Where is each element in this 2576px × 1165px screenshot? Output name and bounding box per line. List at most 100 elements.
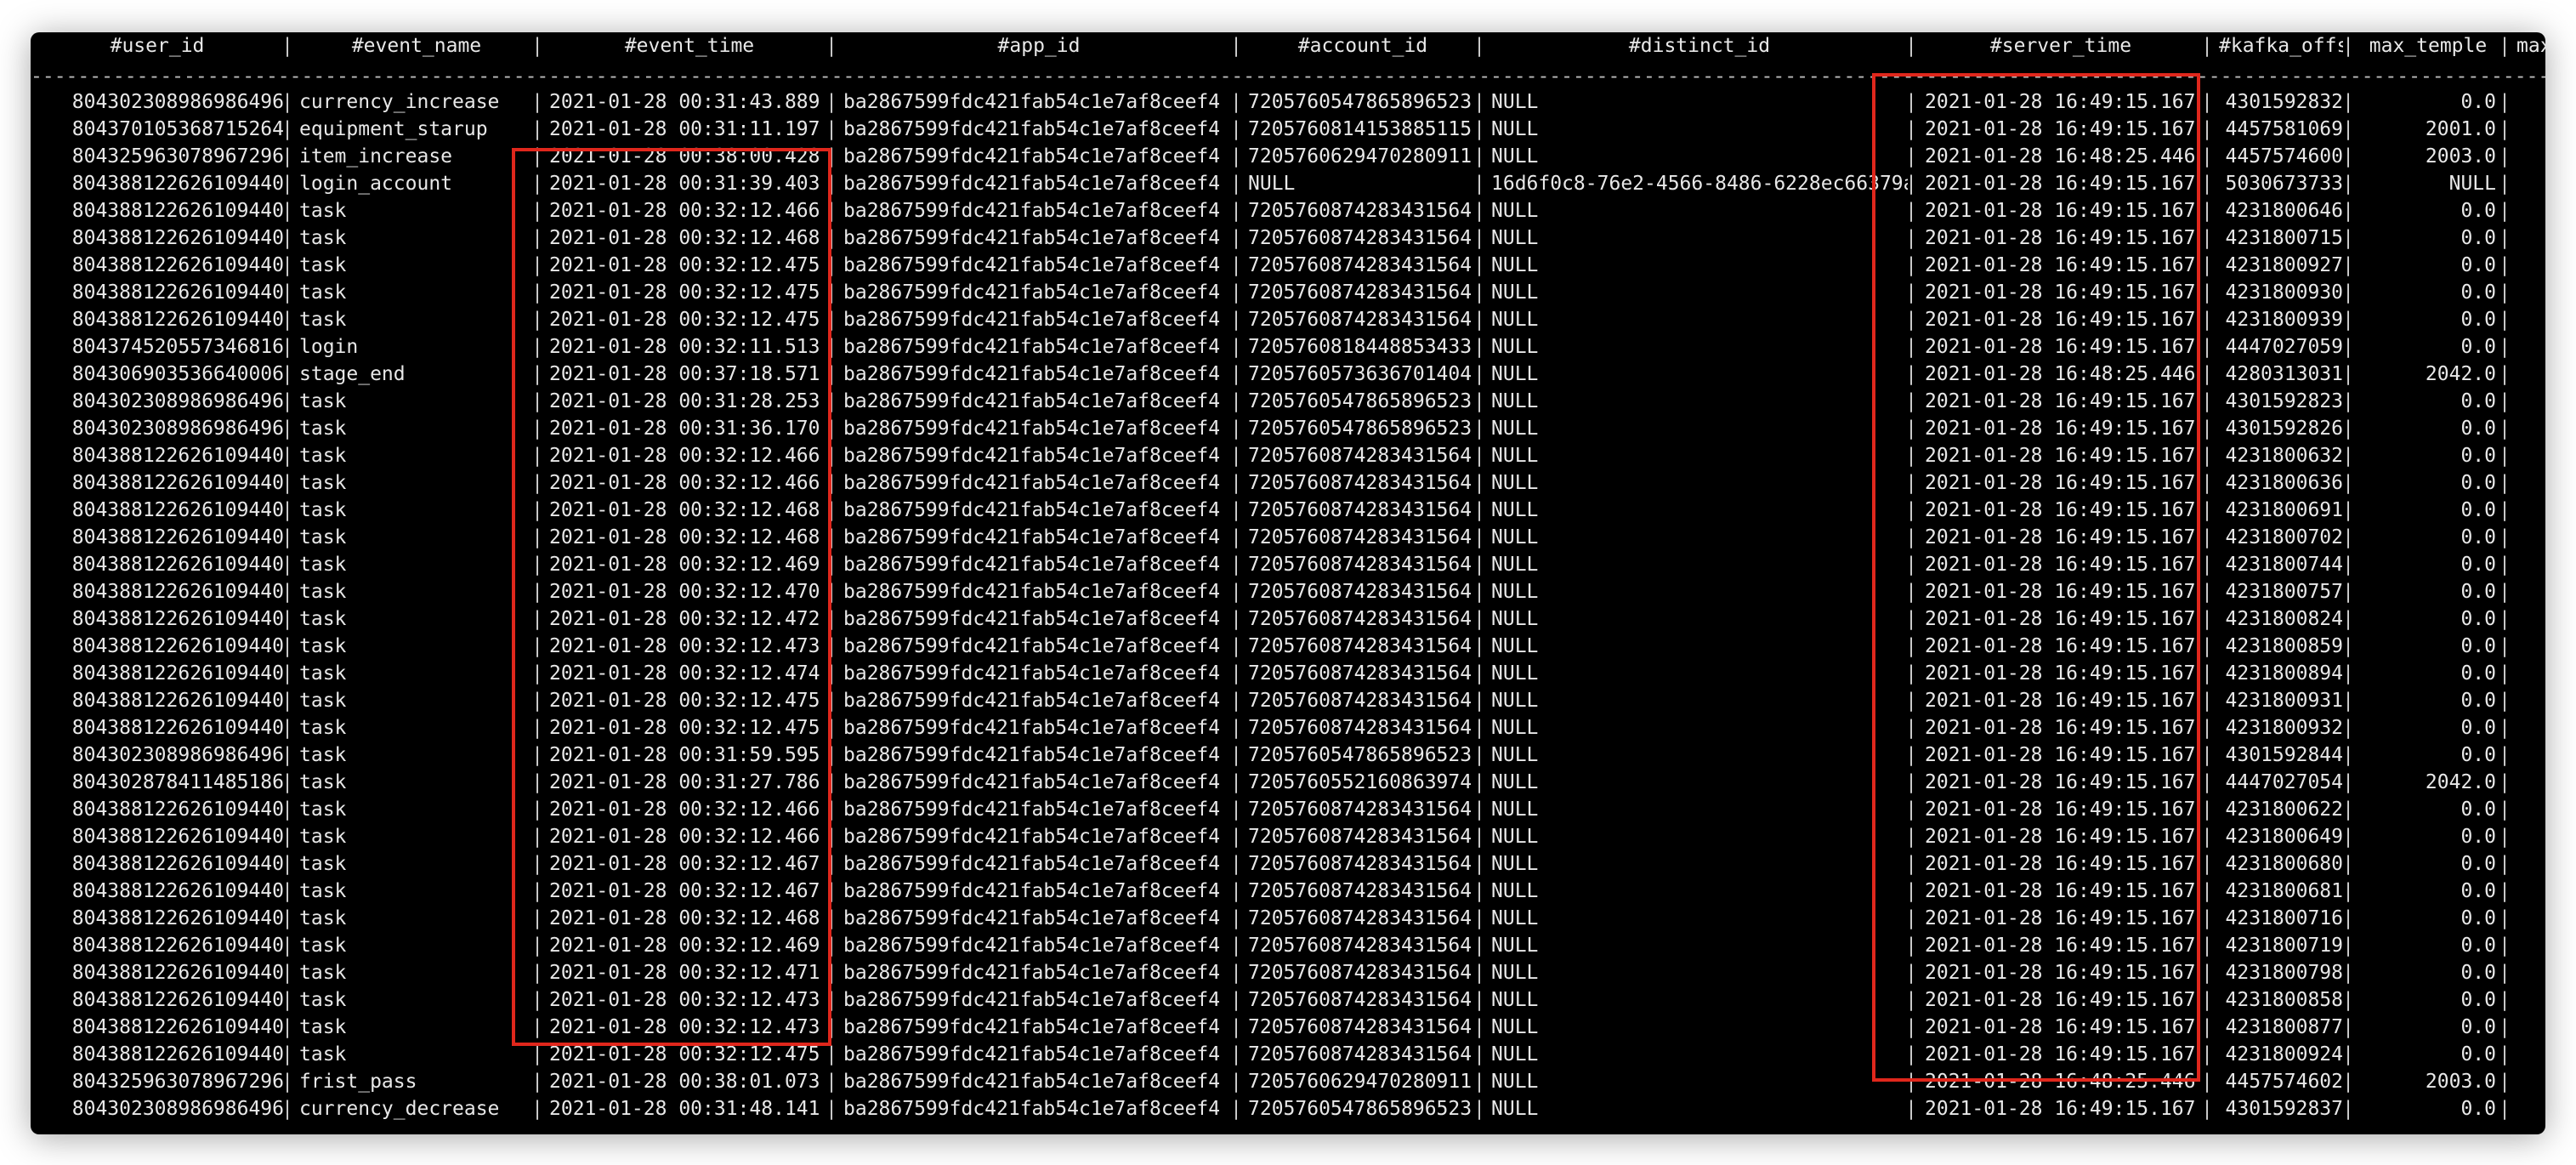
column-separator: |	[2201, 445, 2213, 467]
column-separator: |	[826, 118, 837, 140]
table-row: 804388122626109440 | task | 2021-01-28 00:32…	[31, 578, 2545, 605]
table-row: 804388122626109440 | task | 2021-01-28 00:32…	[31, 524, 2545, 551]
table-cell: 2021-01-28 00:32:12.475	[549, 281, 820, 304]
column-separator: |	[1905, 826, 1917, 848]
column-separator: |	[531, 1043, 543, 1066]
table-cell: 2021-01-28 16:48:25.446	[1925, 1071, 2196, 1093]
table-cell: 7205760874283431564	[1248, 227, 1472, 249]
table-cell: login_account	[299, 173, 453, 195]
column-separator: |	[281, 989, 293, 1011]
column-separator: |	[281, 281, 293, 304]
table-cell: stage_end	[299, 363, 406, 385]
column-separator: |	[2201, 1016, 2213, 1038]
column-separator: |	[2201, 798, 2213, 821]
column-separator: |	[531, 145, 543, 168]
table-cell: NULL	[1491, 418, 1539, 440]
table-cell: 4231800702	[2225, 526, 2343, 548]
column-separator: |	[281, 662, 293, 685]
column-separator: |	[826, 336, 837, 358]
table-cell: 7205760874283431564	[1248, 690, 1472, 712]
table-cell: NULL	[2448, 173, 2496, 195]
column-separator: |	[531, 662, 543, 685]
table-cell: 2021-01-28 00:32:12.469	[549, 935, 820, 957]
column-separator: |	[281, 962, 293, 984]
column-separator: |	[531, 35, 543, 57]
query-result-table: #user_id | #event_name | #event_time | #app_id…	[31, 32, 2545, 1134]
table-cell: 2021-01-28 16:49:15.167	[1925, 418, 2196, 440]
column-separator: |	[826, 145, 837, 168]
table-cell: 7205760874283431564	[1248, 472, 1472, 494]
table-cell: task	[299, 635, 347, 657]
column-separator: |	[2201, 118, 2213, 140]
column-separator: |	[826, 526, 837, 548]
table-cell: NULL	[1491, 853, 1539, 875]
column-separator: |	[1473, 499, 1485, 521]
table-cell: 804388122626109440	[71, 962, 284, 984]
table-cell: 2021-01-28 16:49:15.167	[1925, 962, 2196, 984]
table-cell: 4457574602	[2225, 1071, 2343, 1093]
table-cell: 2021-01-28 16:49:15.167	[1925, 935, 2196, 957]
column-separator: |	[281, 309, 293, 331]
column-separator: |	[826, 173, 837, 195]
table-cell: 2001.0	[2425, 118, 2496, 140]
table-cell: 2021-01-28 00:31:11.197	[549, 118, 820, 140]
column-separator: |	[826, 1016, 837, 1038]
table-cell: 0.0	[2460, 826, 2496, 848]
column-header: max_temple	[2369, 35, 2488, 57]
table-cell: 2021-01-28 00:31:28.253	[549, 390, 820, 412]
column-separator: |	[1473, 91, 1485, 113]
column-separator: |	[826, 472, 837, 494]
table-cell: 0.0	[2460, 200, 2496, 222]
table-cell: task	[299, 880, 347, 902]
column-separator: |	[1230, 907, 1242, 929]
table-cell: 4231800927	[2225, 254, 2343, 276]
column-separator: |	[531, 336, 543, 358]
column-separator: |	[1473, 227, 1485, 249]
column-separator: |	[1905, 145, 1917, 168]
column-separator: |	[2201, 390, 2213, 412]
column-separator: |	[1230, 227, 1242, 249]
column-separator: |	[531, 173, 543, 195]
table-cell: 804388122626109440	[71, 635, 284, 657]
table-cell: 804388122626109440	[71, 853, 284, 875]
table-cell: 2021-01-28 16:49:15.167	[1925, 281, 2196, 304]
table-cell: ba2867599fdc421fab54c1e7af8ceef4	[843, 173, 1221, 195]
table-cell: ba2867599fdc421fab54c1e7af8ceef4	[843, 608, 1221, 630]
table-cell: 7205760874283431564	[1248, 445, 1472, 467]
table-cell: 2021-01-28 16:49:15.167	[1925, 526, 2196, 548]
table-cell: 804302308986986496	[71, 1098, 284, 1120]
column-separator: |	[1473, 744, 1485, 766]
column-separator: |	[1230, 935, 1242, 957]
column-separator: |	[281, 499, 293, 521]
column-separator: |	[1473, 826, 1485, 848]
column-separator: |	[531, 771, 543, 793]
table-cell: ba2867599fdc421fab54c1e7af8ceef4	[843, 554, 1221, 576]
column-separator: |	[826, 608, 837, 630]
table-cell: 7205760547865896523	[1248, 390, 1472, 412]
column-separator: |	[2342, 35, 2354, 57]
column-separator: |	[1905, 200, 1917, 222]
column-separator: |	[531, 390, 543, 412]
column-separator: |	[1473, 390, 1485, 412]
table-cell: ba2867599fdc421fab54c1e7af8ceef4	[843, 935, 1221, 957]
column-separator: |	[1473, 935, 1485, 957]
table-cell: NULL	[1491, 662, 1539, 685]
table-cell: 2021-01-28 16:49:15.167	[1925, 907, 2196, 929]
table-cell: 804388122626109440	[71, 581, 284, 603]
column-separator: |	[1473, 853, 1485, 875]
table-cell: ba2867599fdc421fab54c1e7af8ceef4	[843, 499, 1221, 521]
column-separator: |	[531, 935, 543, 957]
table-cell: NULL	[1491, 91, 1539, 113]
column-separator: |	[1905, 526, 1917, 548]
table-cell: 4447027059	[2225, 336, 2343, 358]
column-separator: |	[2342, 635, 2354, 657]
table-cell: 804388122626109440	[71, 281, 284, 304]
column-separator: |	[1473, 336, 1485, 358]
column-separator: |	[281, 227, 293, 249]
table-cell: 2021-01-28 00:32:12.472	[549, 608, 820, 630]
table-cell: 2021-01-28 00:31:59.595	[549, 744, 820, 766]
column-separator: |	[1230, 91, 1242, 113]
table-cell: NULL	[1491, 472, 1539, 494]
column-separator: |	[1905, 907, 1917, 929]
column-separator: |	[281, 336, 293, 358]
